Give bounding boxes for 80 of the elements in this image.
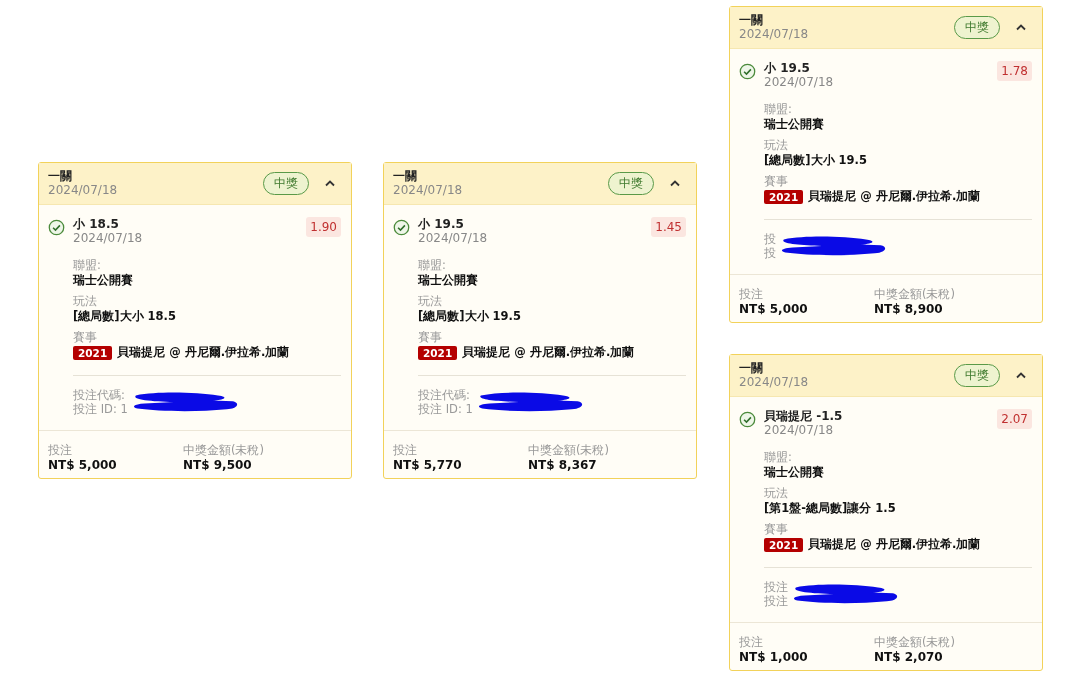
- odds-badge: 2.07: [997, 409, 1032, 429]
- caret-icon[interactable]: [325, 179, 335, 187]
- selection-date: 2024/07/18: [73, 231, 144, 245]
- bet-reference: 投注代碼:: [418, 388, 471, 402]
- payout-label: 中獎金額(未稅): [874, 635, 956, 650]
- stake-label: 投注: [393, 443, 418, 458]
- status-badge: 中獎: [954, 363, 1000, 387]
- event-name: 貝瑞提尼 @ 丹尼爾.伊拉希.加蘭: [808, 537, 981, 552]
- selection-date: 2024/07/18: [418, 231, 489, 245]
- field-label: 玩法: [73, 294, 98, 309]
- payout-label: 中獎金額(未稅): [183, 443, 265, 458]
- stake-amount: NT$ 5,770: [393, 458, 463, 472]
- stake-label: 投注: [739, 287, 764, 302]
- field-label: 玩法: [764, 486, 789, 501]
- payout-label: 中獎金額(未稅): [528, 443, 610, 458]
- event-tag: 2021: [418, 345, 458, 360]
- payout-label: 中獎金額(未稅): [874, 287, 956, 302]
- field-value: 瑞士公開賽: [73, 273, 134, 288]
- bet-reference: 投注: [764, 594, 788, 608]
- odds-badge: 1.90: [306, 217, 341, 237]
- bet-type: 一關: [393, 169, 418, 183]
- field-label: 玩法: [764, 138, 789, 153]
- stake-amount: NT$ 5,000: [739, 302, 809, 316]
- bet-date: 2024/07/18: [48, 183, 119, 197]
- field-value: [第1盤-總局數]讓分 1.5: [764, 501, 897, 516]
- event-name: 貝瑞提尼 @ 丹尼爾.伊拉希.加蘭: [462, 345, 635, 360]
- field-label: 玩法: [418, 294, 443, 309]
- event-tag: 2021: [764, 537, 804, 552]
- bet-reference: 投: [764, 232, 776, 246]
- field-label: 賽事: [73, 330, 98, 345]
- bet-reference: 投: [764, 246, 776, 260]
- status-badge: 中獎: [608, 171, 654, 195]
- field-label: 賽事: [764, 174, 789, 189]
- status-badge: 中獎: [954, 15, 1000, 39]
- field-label: 聯盟:: [764, 450, 793, 465]
- stake-label: 投注: [48, 443, 73, 458]
- bet-reference: 投注 ID: 1: [418, 402, 473, 416]
- event-tag: 2021: [764, 189, 804, 204]
- selection-name: 小 18.5: [73, 217, 120, 231]
- status-badge: 中獎: [263, 171, 309, 195]
- field-value: [總局數]大小 19.5: [418, 309, 522, 324]
- bet-date: 2024/07/18: [393, 183, 464, 197]
- caret-icon[interactable]: [1016, 23, 1026, 31]
- field-value: [總局數]大小 19.5: [764, 153, 868, 168]
- caret-icon[interactable]: [1016, 371, 1026, 379]
- field-label: 賽事: [764, 522, 789, 537]
- field-value: 瑞士公開賽: [418, 273, 479, 288]
- event-name: 貝瑞提尼 @ 丹尼爾.伊拉希.加蘭: [808, 189, 981, 204]
- odds-badge: 1.45: [651, 217, 686, 237]
- bet-type: 一關: [48, 169, 73, 183]
- selection-date: 2024/07/18: [764, 75, 835, 89]
- bet-type: 一關: [739, 13, 764, 27]
- stake-amount: NT$ 5,000: [48, 458, 118, 472]
- event-name: 貝瑞提尼 @ 丹尼爾.伊拉希.加蘭: [117, 345, 290, 360]
- selection-name: 小 19.5: [418, 217, 465, 231]
- bet-type: 一關: [739, 361, 764, 375]
- payout-amount: NT$ 9,500: [183, 458, 253, 472]
- event-tag: 2021: [73, 345, 113, 360]
- bet-date: 2024/07/18: [739, 375, 810, 389]
- payout-amount: NT$ 8,900: [874, 302, 944, 316]
- field-label: 聯盟:: [418, 258, 447, 273]
- bet-reference: 投注 ID: 1: [73, 402, 128, 416]
- field-label: 聯盟:: [73, 258, 102, 273]
- field-label: 聯盟:: [764, 102, 793, 117]
- stake-amount: NT$ 1,000: [739, 650, 809, 664]
- payout-amount: NT$ 2,070: [874, 650, 944, 664]
- bet-date: 2024/07/18: [739, 27, 810, 41]
- caret-icon[interactable]: [670, 179, 680, 187]
- payout-amount: NT$ 8,367: [528, 458, 598, 472]
- selection-name: 貝瑞提尼 -1.5: [764, 409, 844, 423]
- bet-reference: 投注代碼:: [73, 388, 126, 402]
- selection-name: 小 19.5: [764, 61, 811, 75]
- field-value: [總局數]大小 18.5: [73, 309, 177, 324]
- field-value: 瑞士公開賽: [764, 465, 825, 480]
- stake-label: 投注: [739, 635, 764, 650]
- field-value: 瑞士公開賽: [764, 117, 825, 132]
- field-label: 賽事: [418, 330, 443, 345]
- bet-reference: 投注: [764, 580, 788, 594]
- odds-badge: 1.78: [997, 61, 1032, 81]
- selection-date: 2024/07/18: [764, 423, 835, 437]
